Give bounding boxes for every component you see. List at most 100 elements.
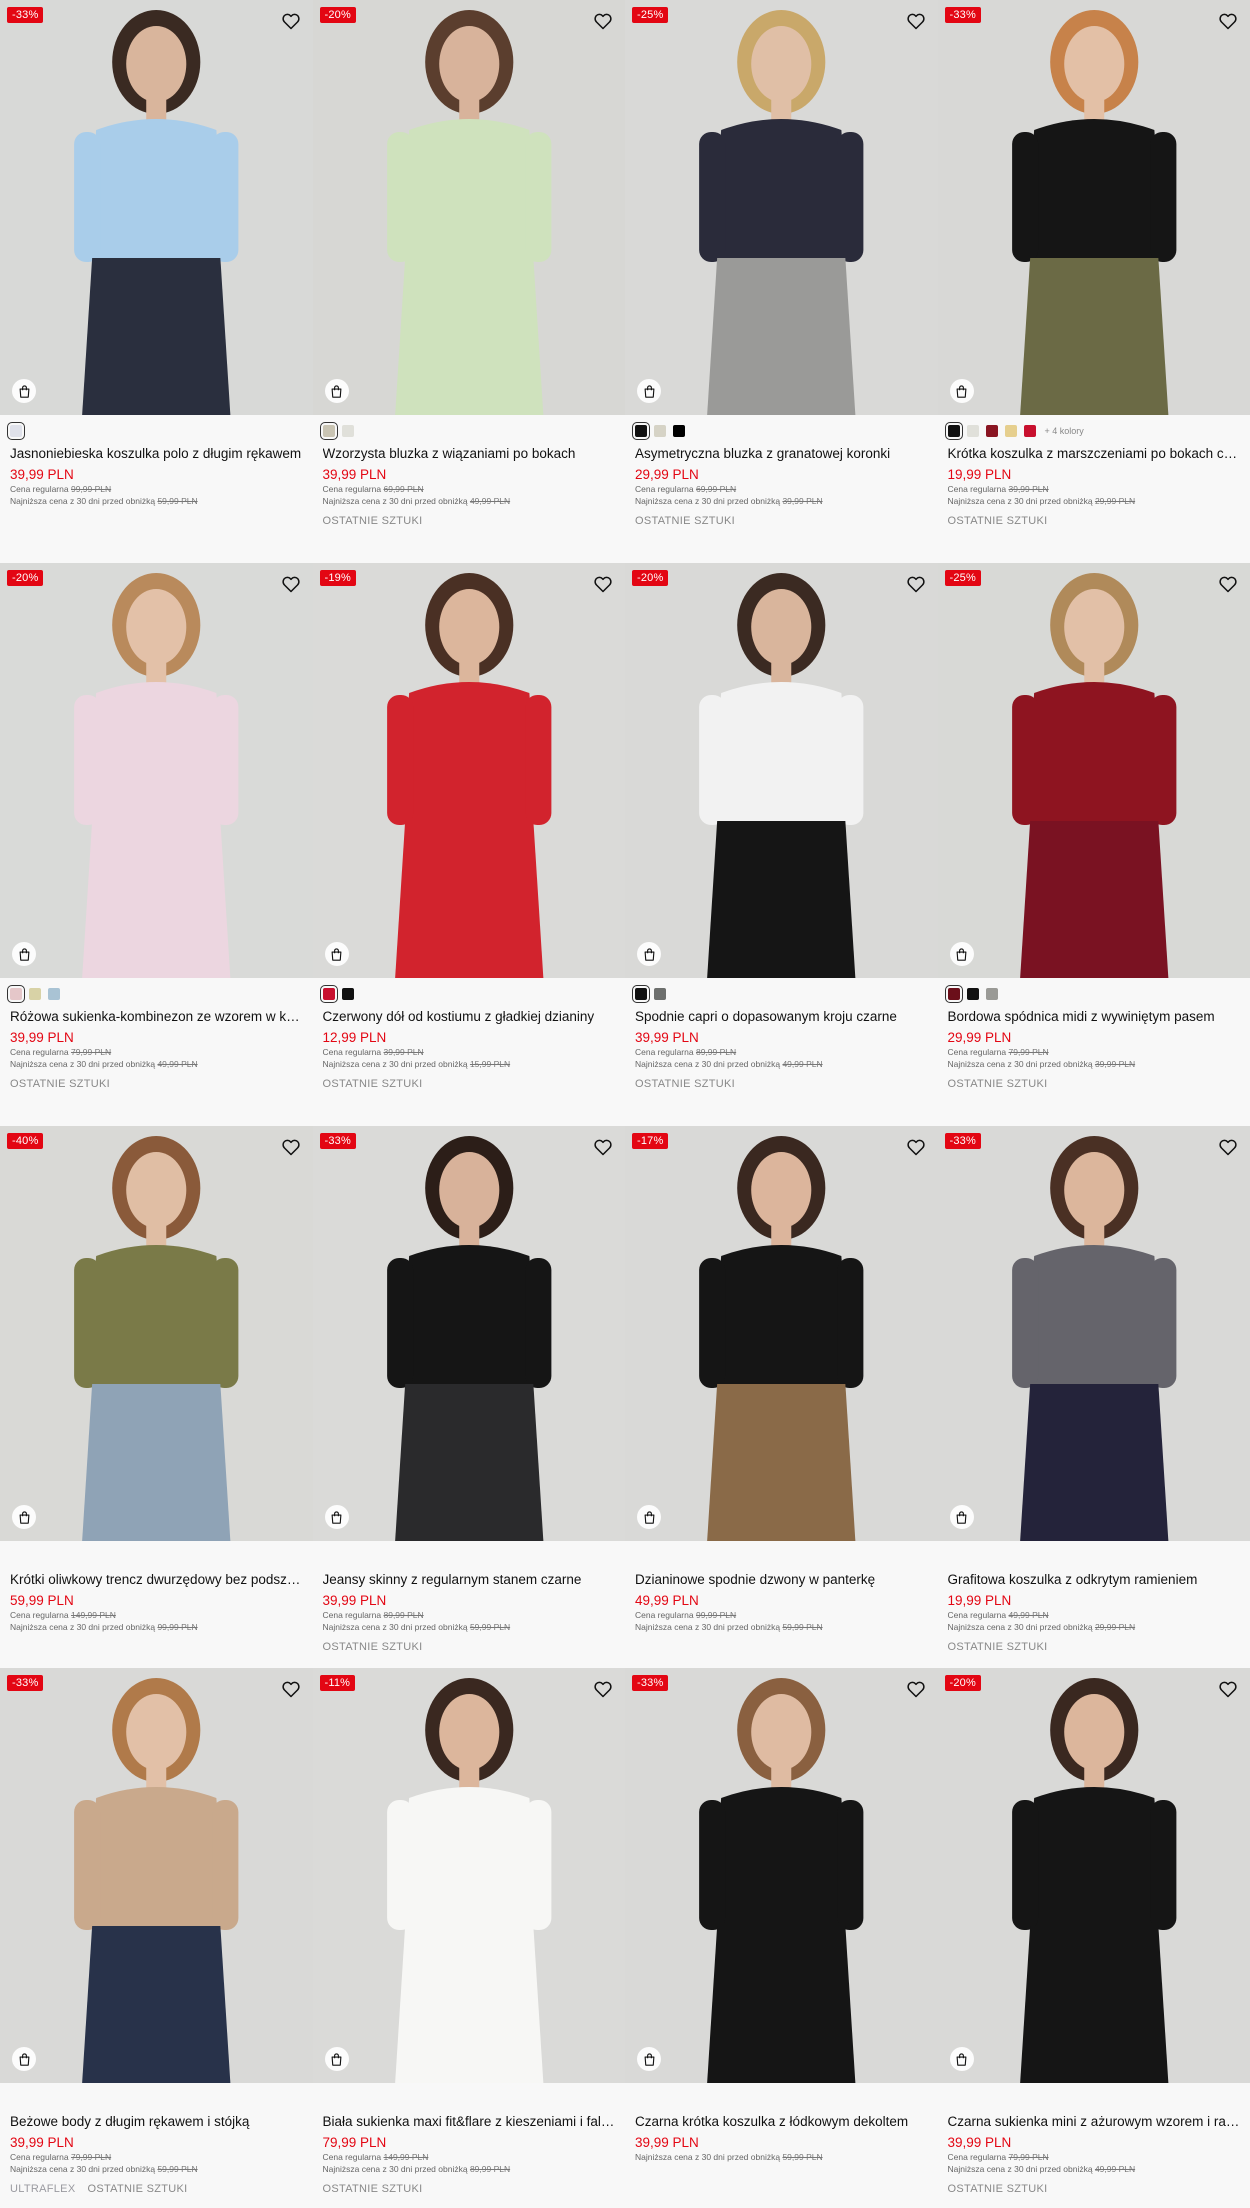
product-title[interactable]: Czerwony dół od kostiumu z gładkiej dzia…	[323, 1008, 616, 1025]
color-swatch[interactable]	[966, 425, 979, 437]
wishlist-heart-icon[interactable]	[906, 1679, 926, 1699]
color-swatch[interactable]	[341, 425, 354, 437]
add-to-cart-bag-icon[interactable]	[949, 379, 974, 403]
product-title[interactable]: Czarna krótka koszulka z łódkowym dekolt…	[635, 2113, 928, 2130]
add-to-cart-bag-icon[interactable]	[637, 2047, 661, 2071]
product-card[interactable]: -33% Beżowe body z długim rękawem i stójk…	[0, 1668, 313, 2208]
product-title[interactable]: Jasnoniebieska koszulka polo z długim rę…	[10, 445, 303, 462]
product-title[interactable]: Asymetryczna bluzka z granatowej koronki	[635, 445, 928, 462]
product-card[interactable]: -33% Jasnoniebieska koszulka polo z długi…	[0, 0, 313, 563]
add-to-cart-bag-icon[interactable]	[324, 379, 349, 403]
product-card[interactable]: -17% Dzianinowe spodnie dzwony w panterkę…	[625, 1126, 938, 1668]
add-to-cart-bag-icon[interactable]	[949, 2047, 974, 2071]
wishlist-heart-icon[interactable]	[593, 11, 613, 31]
color-swatch[interactable]	[1004, 425, 1017, 437]
color-swatch[interactable]	[673, 425, 685, 437]
wishlist-heart-icon[interactable]	[906, 1137, 926, 1157]
product-image[interactable]: -20%	[312, 0, 625, 415]
product-card[interactable]: -11% Biała sukienka maxi fit&flare z kies…	[312, 1668, 625, 2208]
add-to-cart-bag-icon[interactable]	[637, 1505, 661, 1529]
wishlist-heart-icon[interactable]	[593, 1679, 613, 1699]
product-title[interactable]: Biała sukienka maxi fit&flare z kieszeni…	[323, 2113, 616, 2130]
color-swatch[interactable]	[319, 985, 338, 1003]
product-image[interactable]: -20%	[937, 1668, 1250, 2083]
product-image[interactable]: -33%	[312, 1126, 625, 1541]
product-card[interactable]: -20% Różowa sukienka-kombinezon ze wzorem…	[0, 563, 313, 1126]
add-to-cart-bag-icon[interactable]	[12, 942, 36, 966]
product-image[interactable]: -33%	[0, 0, 313, 415]
product-image[interactable]: -19%	[312, 563, 625, 978]
product-image[interactable]: -33%	[937, 1126, 1250, 1541]
product-title[interactable]: Grafitowa koszulka z odkrytym ramieniem	[948, 1571, 1241, 1588]
color-swatch[interactable]	[654, 988, 666, 1000]
wishlist-heart-icon[interactable]	[1218, 1137, 1238, 1157]
add-to-cart-bag-icon[interactable]	[12, 1505, 36, 1529]
product-card[interactable]: -33% Czarna krótka koszulka z łódkowym de…	[625, 1668, 938, 2208]
color-swatch[interactable]	[1023, 425, 1036, 437]
product-title[interactable]: Czarna sukienka mini z ażurowym wzorem i…	[948, 2113, 1241, 2130]
product-card[interactable]: -33% Jeansy skinny z regularnym stanem cz…	[312, 1126, 625, 1668]
wishlist-heart-icon[interactable]	[906, 574, 926, 594]
product-title[interactable]: Jeansy skinny z regularnym stanem czarne	[323, 1571, 616, 1588]
add-to-cart-bag-icon[interactable]	[324, 942, 349, 966]
wishlist-heart-icon[interactable]	[281, 1137, 301, 1157]
product-image[interactable]: -17%	[625, 1126, 938, 1541]
color-swatch[interactable]	[632, 985, 650, 1003]
product-image[interactable]: -11%	[312, 1668, 625, 2083]
color-swatch[interactable]	[632, 422, 650, 440]
add-to-cart-bag-icon[interactable]	[949, 1505, 974, 1529]
product-card[interactable]: -25% Asymetryczna bluzka z granatowej kor…	[625, 0, 938, 563]
product-card[interactable]: -20% Czarna sukienka mini z ażurowym wzor…	[937, 1668, 1250, 2208]
product-image[interactable]: -33%	[625, 1668, 938, 2083]
color-swatch[interactable]	[944, 422, 963, 440]
wishlist-heart-icon[interactable]	[281, 11, 301, 31]
product-image[interactable]: -33%	[0, 1668, 313, 2083]
wishlist-heart-icon[interactable]	[593, 1137, 613, 1157]
product-image[interactable]: -25%	[937, 563, 1250, 978]
color-swatch[interactable]	[341, 988, 354, 1000]
wishlist-heart-icon[interactable]	[281, 574, 301, 594]
add-to-cart-bag-icon[interactable]	[324, 2047, 349, 2071]
product-card[interactable]: -33% + 4 kolory Krótka koszulka z marszcze…	[937, 0, 1250, 563]
add-to-cart-bag-icon[interactable]	[949, 942, 974, 966]
product-title[interactable]: Beżowe body z długim rękawem i stójką	[10, 2113, 303, 2130]
product-image[interactable]: -40%	[0, 1126, 313, 1541]
product-card[interactable]: -40% Krótki oliwkowy trencz dwurzędowy be…	[0, 1126, 313, 1668]
product-card[interactable]: -25% Bordowa spódnica midi z wywiniętym p…	[937, 563, 1250, 1126]
product-image[interactable]: -20%	[0, 563, 313, 978]
product-title[interactable]: Bordowa spódnica midi z wywiniętym pasem	[948, 1008, 1241, 1025]
add-to-cart-bag-icon[interactable]	[12, 379, 36, 403]
product-image[interactable]: -25%	[625, 0, 938, 415]
product-card[interactable]: -33% Grafitowa koszulka z odkrytym ramien…	[937, 1126, 1250, 1668]
product-title[interactable]: Krótki oliwkowy trencz dwurzędowy bez po…	[10, 1571, 303, 1588]
wishlist-heart-icon[interactable]	[1218, 11, 1238, 31]
add-to-cart-bag-icon[interactable]	[637, 379, 661, 403]
product-card[interactable]: -20% Wzorzysta bluzka z wiązaniami po bok…	[312, 0, 625, 563]
add-to-cart-bag-icon[interactable]	[12, 2047, 36, 2071]
color-swatch[interactable]	[48, 988, 60, 1000]
add-to-cart-bag-icon[interactable]	[324, 1505, 349, 1529]
color-swatch[interactable]	[29, 988, 41, 1000]
color-swatch[interactable]	[985, 988, 998, 1000]
add-to-cart-bag-icon[interactable]	[637, 942, 661, 966]
product-card[interactable]: -20% Spodnie capri o dopasowanym kroju cz…	[625, 563, 938, 1126]
color-swatch[interactable]	[985, 425, 998, 437]
color-swatch[interactable]	[7, 985, 25, 1003]
more-colors-label[interactable]: + 4 kolory	[1045, 426, 1084, 436]
wishlist-heart-icon[interactable]	[593, 574, 613, 594]
wishlist-heart-icon[interactable]	[1218, 1679, 1238, 1699]
product-title[interactable]: Krótka koszulka z marszczeniami po bokac…	[948, 445, 1241, 462]
product-title[interactable]: Dzianinowe spodnie dzwony w panterkę	[635, 1571, 928, 1588]
wishlist-heart-icon[interactable]	[1218, 574, 1238, 594]
product-title[interactable]: Wzorzysta bluzka z wiązaniami po bokach	[323, 445, 616, 462]
color-swatch[interactable]	[7, 422, 25, 440]
wishlist-heart-icon[interactable]	[281, 1679, 301, 1699]
product-image[interactable]: -33%	[937, 0, 1250, 415]
product-title[interactable]: Spodnie capri o dopasowanym kroju czarne	[635, 1008, 928, 1025]
product-image[interactable]: -20%	[625, 563, 938, 978]
color-swatch[interactable]	[319, 422, 338, 440]
color-swatch[interactable]	[944, 985, 963, 1003]
wishlist-heart-icon[interactable]	[906, 11, 926, 31]
color-swatch[interactable]	[966, 988, 979, 1000]
product-title[interactable]: Różowa sukienka-kombinezon ze wzorem w k…	[10, 1008, 303, 1025]
